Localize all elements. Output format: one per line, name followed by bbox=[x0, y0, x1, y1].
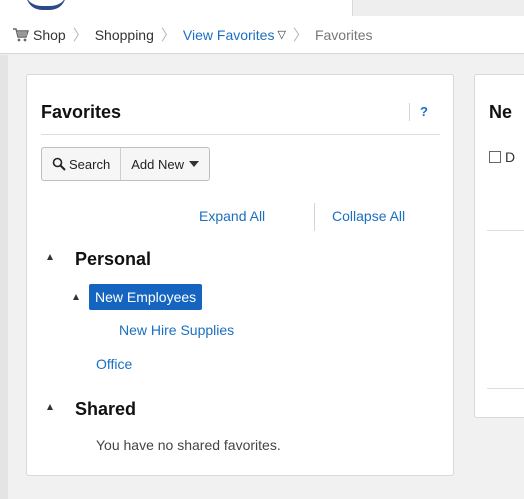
expand-toggle-icon[interactable] bbox=[47, 404, 53, 410]
side-panel-title: Ne bbox=[489, 102, 513, 122]
breadcrumb: Shop 〉 Shopping 〉 View Favorites ▽ 〉 Fav… bbox=[0, 16, 524, 54]
collapse-all-link[interactable]: Collapse All bbox=[332, 208, 405, 224]
top-banner-right bbox=[352, 0, 524, 16]
breadcrumb-shop[interactable]: Shop bbox=[33, 27, 66, 43]
breadcrumb-favorites: Favorites bbox=[314, 26, 373, 43]
favorites-panel: Favorites ? Search Add New Expand All Co… bbox=[26, 74, 454, 476]
chevron-down-icon bbox=[188, 161, 199, 167]
side-panel-checkbox-label: D bbox=[505, 149, 516, 165]
tree-node-office[interactable]: Office bbox=[96, 356, 132, 372]
expand-toggle-icon[interactable] bbox=[47, 254, 53, 260]
help-link[interactable]: ? bbox=[420, 104, 428, 119]
tree-node-personal[interactable]: Personal bbox=[75, 249, 151, 270]
toolbar-button-group: Search Add New bbox=[41, 147, 210, 181]
search-icon bbox=[52, 157, 66, 171]
expand-toggle-icon[interactable] bbox=[73, 294, 79, 300]
tree-node-new-employees[interactable]: New Employees bbox=[89, 284, 203, 310]
side-panel-checkbox[interactable] bbox=[489, 151, 501, 163]
breadcrumb-separator-icon: 〉 bbox=[72, 27, 88, 44]
cart-icon bbox=[13, 27, 29, 41]
search-button-label: Search bbox=[69, 156, 111, 172]
breadcrumb-separator-icon: 〉 bbox=[292, 27, 308, 44]
breadcrumb-separator-icon: 〉 bbox=[160, 27, 176, 44]
search-button[interactable]: Search bbox=[42, 148, 120, 180]
panel-title: Favorites bbox=[41, 102, 122, 122]
divider bbox=[314, 203, 315, 231]
divider bbox=[487, 388, 524, 389]
left-edge bbox=[0, 55, 8, 499]
empty-shared-message: You have no shared favorites. bbox=[96, 437, 281, 453]
add-new-button-label: Add New bbox=[131, 156, 184, 172]
tree-node-new-hire-supplies[interactable]: New Hire Supplies bbox=[119, 322, 234, 338]
tree-node-shared[interactable]: Shared bbox=[75, 399, 136, 420]
divider bbox=[487, 230, 524, 231]
divider bbox=[409, 103, 410, 121]
top-banner bbox=[0, 0, 524, 16]
brand-logo bbox=[26, 0, 66, 10]
breadcrumb-shopping[interactable]: Shopping bbox=[95, 27, 154, 43]
divider bbox=[41, 134, 440, 135]
add-new-button[interactable]: Add New bbox=[120, 148, 209, 180]
side-panel: Ne D bbox=[474, 74, 524, 418]
expand-all-link[interactable]: Expand All bbox=[199, 208, 265, 224]
breadcrumb-view-favorites[interactable]: View Favorites bbox=[183, 27, 275, 43]
dropdown-caret-icon[interactable]: ▽ bbox=[277, 28, 285, 41]
